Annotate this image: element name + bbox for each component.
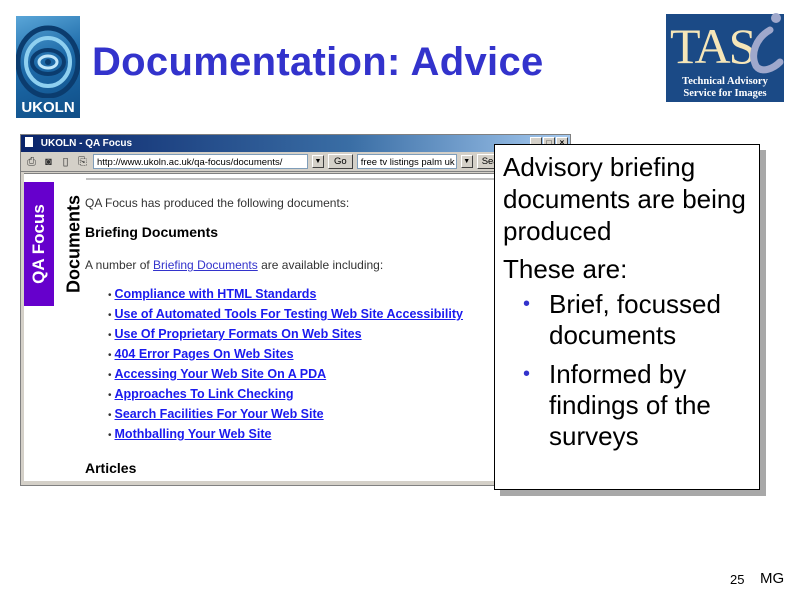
slide-title: Documentation: Advice [92, 40, 544, 84]
document-link[interactable]: Mothballing Your Web Site [115, 427, 272, 441]
document-link[interactable]: Use of Automated Tools For Testing Web S… [115, 307, 463, 321]
page-icon [25, 137, 33, 148]
list-item: • Mothballing Your Web Site [108, 427, 272, 441]
ukoln-eye-icon [16, 25, 80, 98]
document-link[interactable]: Use Of Proprietary Formats On Web Sites [115, 327, 362, 341]
browser-toolbar: ⎙ ◙ ▯ ⎘ http://www.ukoln.ac.uk/qa-focus/… [21, 152, 570, 172]
briefing-heading: Briefing Documents [85, 224, 219, 240]
camera-icon[interactable]: ◙ [42, 156, 55, 168]
briefing-documents-link[interactable]: Briefing Documents [153, 258, 258, 272]
document-link[interactable]: Compliance with HTML Standards [115, 287, 317, 301]
browser-titlebar: UKOLN - QA Focus _ □ × [21, 135, 570, 152]
window-title: UKOLN - QA Focus [40, 138, 133, 149]
page-number: 25 [730, 572, 745, 587]
availability-suffix: are available including: [257, 258, 384, 272]
search-dropdown-button[interactable]: ▼ [460, 155, 473, 168]
sidebar-label: QA Focus [29, 204, 48, 284]
callout-box: Advisory briefing documents are being pr… [494, 144, 760, 490]
printer-icon[interactable]: ⎘ [76, 156, 89, 168]
articles-heading: Articles [85, 460, 137, 476]
address-dropdown-button[interactable]: ▼ [312, 155, 324, 168]
list-item: • 404 Error Pages On Web Sites [108, 347, 294, 361]
intro-text: QA Focus has produced the following docu… [85, 196, 350, 210]
availability-text: A number of Briefing Documents are avail… [85, 258, 383, 272]
list-item: • Accessing Your Web Site On A PDA [108, 367, 327, 381]
document-link[interactable]: Approaches To Link Checking [115, 387, 294, 401]
browser-page: QA Focus Documents QA Focus has produced… [24, 173, 567, 481]
ukoln-logo-text: UKOLN [21, 99, 75, 116]
callout-paragraph: Advisory briefing documents are being pr… [503, 152, 746, 246]
document-link[interactable]: 404 Error Pages On Web Sites [115, 347, 294, 361]
callout-bullet: • Brief, focussed documents [523, 289, 751, 351]
list-item: • Compliance with HTML Standards [108, 287, 317, 301]
callout-bullet-text: Informed by findings of the surveys [549, 359, 711, 451]
callout-bullets: • Brief, focussed documents • Informed by … [503, 289, 751, 452]
ukoln-logo: UKOLN [16, 16, 80, 118]
tasi-logo-letters: TAS [670, 18, 756, 74]
list-item: • Use of Automated Tools For Testing Web … [108, 307, 463, 321]
callout-subheading: These are: [503, 254, 628, 284]
document-link[interactable]: Accessing Your Web Site On A PDA [115, 367, 327, 381]
browser-window: UKOLN - QA Focus _ □ × ⎙ ◙ ▯ ⎘ http://ww… [20, 134, 571, 486]
qa-focus-sidebar: QA Focus [24, 182, 54, 306]
tasi-logo-line1: Technical Advisory [682, 76, 768, 87]
tasi-i-icon [750, 13, 784, 74]
document-icon[interactable]: ▯ [59, 156, 72, 168]
go-button[interactable]: Go [328, 154, 353, 169]
print-icon[interactable]: ⎙ [25, 156, 38, 168]
callout-bullet-text: Brief, focussed documents [549, 289, 721, 350]
list-item: • Approaches To Link Checking [108, 387, 294, 401]
document-link[interactable]: Search Facilities For Your Web Site [115, 407, 324, 421]
section-label: Documents [63, 194, 84, 294]
documents-list: • Compliance with HTML Standards • Use of … [108, 286, 463, 446]
author-initials: MG [760, 570, 785, 587]
bullet-icon: • [523, 363, 531, 385]
tasi-logo: TAS Technical Advisory Service for Image… [666, 13, 784, 102]
availability-prefix: A number of [85, 258, 154, 272]
address-input[interactable]: http://www.ukoln.ac.uk/qa-focus/document… [93, 154, 308, 169]
list-item: • Use Of Proprietary Formats On Web Sites [108, 327, 362, 341]
search-input[interactable]: free tv listings palm uk [356, 154, 457, 169]
list-item: • Search Facilities For Your Web Site [108, 407, 324, 421]
tasi-logo-line2: Service for Images [683, 88, 767, 99]
callout-bullet: • Informed by findings of the surveys [523, 359, 751, 452]
bullet-icon: • [523, 293, 531, 315]
